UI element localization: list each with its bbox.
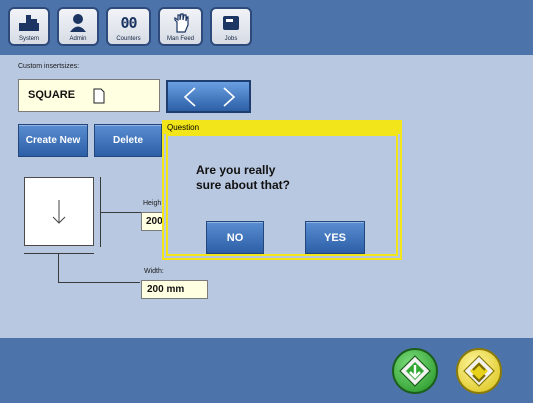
create-new-button[interactable]: Create New bbox=[18, 124, 88, 157]
admin-label: Admin bbox=[69, 36, 87, 42]
admin-icon bbox=[59, 12, 97, 34]
start-icon bbox=[399, 355, 431, 387]
delete-label: Delete bbox=[112, 135, 143, 146]
yes-label: YES bbox=[323, 231, 346, 244]
start-button[interactable] bbox=[392, 348, 438, 394]
height-label: Heigh bbox=[143, 200, 162, 207]
counters-label: Counters bbox=[116, 36, 141, 42]
bottom-bar bbox=[0, 338, 533, 403]
system-label: System bbox=[18, 36, 39, 42]
height-value: 200 bbox=[146, 216, 163, 227]
dialog-body: Are you really sure about that? NO YES bbox=[166, 134, 398, 256]
insert-size-value: SQUARE bbox=[28, 89, 76, 101]
admin-button[interactable]: Admin bbox=[57, 7, 99, 46]
system-icon bbox=[10, 12, 48, 34]
chevron-left-icon bbox=[183, 86, 196, 107]
no-label: NO bbox=[226, 231, 244, 244]
chevron-right-icon bbox=[223, 86, 236, 107]
counters-button[interactable]: 00 Counters bbox=[106, 7, 151, 46]
counters-icon: 00 bbox=[108, 12, 149, 34]
previous-size-button[interactable] bbox=[170, 82, 210, 111]
man-feed-label: Man Feed bbox=[166, 36, 194, 42]
reset-button[interactable] bbox=[456, 348, 502, 394]
jobs-icon bbox=[212, 12, 250, 34]
dialog-message-line-2: sure about that? bbox=[196, 178, 291, 192]
no-button[interactable]: NO bbox=[206, 221, 264, 254]
top-toolbar: System Admin 00 Counters Man Feed Jobs bbox=[0, 0, 533, 55]
width-dimension-line bbox=[24, 253, 94, 254]
counters-glyph: 00 bbox=[120, 14, 137, 32]
reset-icon bbox=[463, 355, 495, 387]
jobs-label: Jobs bbox=[224, 36, 238, 42]
yes-button[interactable]: YES bbox=[305, 221, 365, 254]
delete-button[interactable]: Delete bbox=[94, 124, 162, 157]
document-icon bbox=[93, 88, 105, 109]
dialog-message: Are you really sure about that? bbox=[196, 163, 290, 193]
insert-preview bbox=[24, 177, 94, 246]
system-button[interactable]: System bbox=[8, 7, 50, 46]
custom-insertsizes-label: Custom insertsizes: bbox=[18, 63, 80, 70]
man-feed-button[interactable]: Man Feed bbox=[158, 7, 203, 46]
dialog-title: Question bbox=[164, 122, 400, 134]
question-dialog: Question Are you really sure about that?… bbox=[162, 120, 402, 260]
width-field[interactable]: 200 mm bbox=[141, 280, 208, 299]
width-value: 200 mm bbox=[147, 284, 185, 295]
width-leader-line bbox=[58, 282, 140, 283]
width-leader-vertical bbox=[58, 253, 59, 282]
width-label: Width: bbox=[144, 268, 164, 275]
arrow-down-icon bbox=[52, 200, 66, 224]
hand-icon bbox=[160, 12, 201, 34]
height-leader-line bbox=[100, 212, 144, 213]
next-size-button[interactable] bbox=[209, 82, 249, 111]
jobs-button[interactable]: Jobs bbox=[210, 7, 252, 46]
dialog-message-line-1: Are you really bbox=[196, 163, 276, 177]
insert-size-navigator bbox=[166, 80, 251, 113]
create-new-label: Create New bbox=[25, 135, 81, 146]
insert-size-field[interactable]: SQUARE bbox=[18, 79, 160, 112]
